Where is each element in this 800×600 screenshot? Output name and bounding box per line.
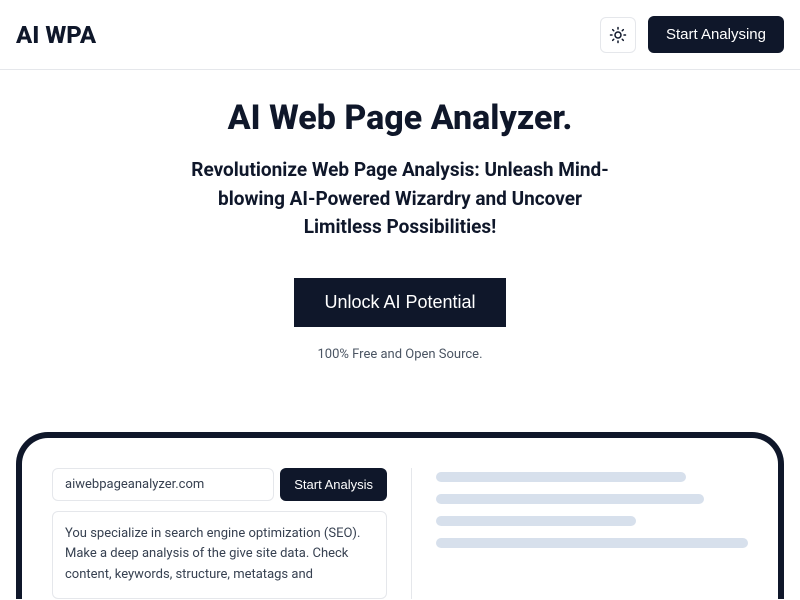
start-analysing-button[interactable]: Start Analysing — [648, 16, 784, 53]
skeleton-line — [436, 494, 704, 504]
hero-title: AI Web Page Analyzer. — [20, 98, 780, 138]
skeleton-line — [436, 538, 748, 548]
app-header: AI WPA Start Analysing — [0, 0, 800, 70]
url-input[interactable] — [52, 468, 274, 501]
skeleton-line — [436, 516, 636, 526]
analysis-description-box[interactable]: You specialize in search engine optimiza… — [52, 511, 387, 599]
sun-icon — [609, 26, 627, 44]
hero-subtitle: Revolutionize Web Page Analysis: Unleash… — [180, 156, 620, 242]
start-analysis-button[interactable]: Start Analysis — [280, 468, 387, 501]
logo[interactable]: AI WPA — [16, 21, 96, 49]
panel-divider — [411, 468, 412, 599]
hero-section: AI Web Page Analyzer. Revolutionize Web … — [0, 70, 800, 382]
skeleton-line — [436, 472, 686, 482]
theme-toggle-button[interactable] — [600, 17, 636, 53]
analyzer-right-panel — [436, 468, 748, 599]
hero-footnote: 100% Free and Open Source. — [20, 347, 780, 362]
unlock-potential-button[interactable]: Unlock AI Potential — [294, 278, 505, 327]
header-actions: Start Analysing — [600, 16, 784, 53]
analyzer-left-panel: Start Analysis You specialize in search … — [52, 468, 387, 599]
url-input-row: Start Analysis — [52, 468, 387, 501]
analyzer-preview-frame: Start Analysis You specialize in search … — [16, 432, 784, 599]
